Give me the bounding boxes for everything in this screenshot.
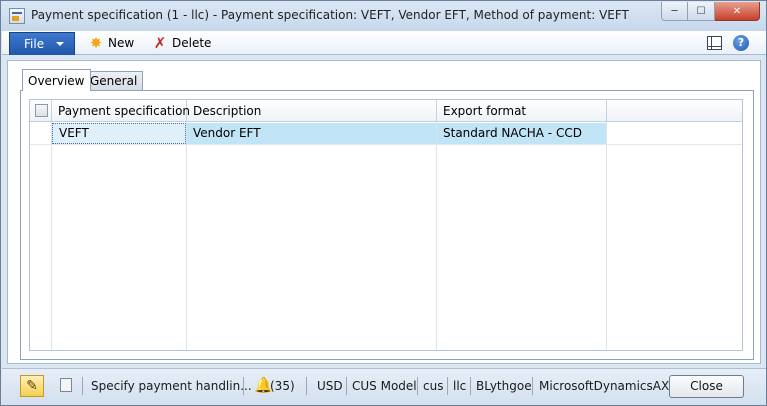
status-separator (306, 377, 307, 395)
edit-mode-button[interactable]: ✎ (20, 375, 44, 397)
new-label: New (108, 36, 135, 50)
status-separator (532, 377, 533, 395)
file-label: File (24, 37, 45, 51)
select-all-cell (30, 100, 52, 122)
table-row[interactable]: VEFT Vendor EFT Standard NACHA - CCD (30, 123, 742, 145)
action-pane: File ✸ New ✗ Delete ? (2, 31, 766, 55)
status-currency[interactable]: USD (317, 379, 343, 393)
status-separator (82, 377, 83, 395)
header-payment-specification[interactable]: Payment specification (52, 100, 190, 122)
close-window-button[interactable]: ✕ (715, 2, 760, 21)
x-delete-icon: ✗ (153, 34, 167, 52)
status-separator (346, 377, 347, 395)
maximize-button[interactable]: ☐ (688, 2, 715, 21)
notification-count[interactable]: (35) (270, 379, 295, 393)
status-user[interactable]: BLythgoe (476, 379, 532, 393)
caption-buttons: ─ ☐ ✕ (661, 2, 760, 22)
select-all-checkbox[interactable] (35, 104, 48, 117)
status-layer[interactable]: cus (423, 379, 443, 393)
file-menu-button[interactable]: File (9, 32, 75, 55)
cell-export-format[interactable]: Standard NACHA - CCD (437, 123, 606, 144)
status-separator (447, 377, 448, 395)
cell-description[interactable]: Vendor EFT (187, 123, 436, 144)
status-partition[interactable]: MicrosoftDynamicsAX (539, 379, 669, 393)
status-company[interactable]: llc (453, 379, 466, 393)
status-bar: ✎ Specify payment handlin... 🔔 (35) USD … (2, 368, 766, 405)
payment-specification-window: Payment specification (1 - llc) - Paymen… (0, 0, 767, 406)
overview-tab-panel: Payment specification Description Export… (20, 90, 754, 360)
grid-header: Payment specification Description Export… (30, 100, 742, 122)
title-bar: Payment specification (1 - llc) - Paymen… (1, 1, 766, 31)
cell-payment-specification[interactable]: VEFT (52, 123, 186, 144)
sun-star-icon: ✸ (89, 34, 103, 52)
form-icon (9, 8, 25, 24)
status-separator (243, 377, 244, 395)
window-title: Payment specification (1 - llc) - Paymen… (31, 8, 629, 22)
delete-label: Delete (172, 36, 212, 50)
grid-divider (51, 122, 52, 350)
help-icon[interactable]: ? (733, 35, 749, 51)
grid-divider (436, 122, 437, 350)
grid-divider (186, 122, 187, 350)
tab-overview[interactable]: Overview (22, 69, 91, 91)
grid-divider (606, 122, 607, 350)
tab-general[interactable]: General (84, 71, 144, 90)
minimize-button[interactable]: ─ (661, 2, 688, 21)
header-description[interactable]: Description (187, 100, 437, 122)
status-help-text: Specify payment handlin... (91, 379, 252, 393)
close-button[interactable]: Close (669, 375, 744, 398)
form-content: Overview General Payment specification D… (7, 60, 761, 364)
payment-spec-grid: Payment specification Description Export… (29, 99, 743, 351)
delete-button[interactable]: ✗ Delete (152, 34, 212, 52)
status-separator (470, 377, 471, 395)
layout-toggle-icon[interactable] (707, 36, 722, 50)
new-button[interactable]: ✸ New (88, 35, 134, 51)
attachment-icon[interactable] (60, 378, 72, 392)
tab-general-label: General (90, 74, 138, 88)
status-model[interactable]: CUS Model (352, 379, 417, 393)
tab-overview-label: Overview (28, 73, 85, 88)
chevron-down-icon (56, 42, 65, 46)
status-separator (417, 377, 418, 395)
header-export-format[interactable]: Export format (437, 100, 607, 122)
row-selector[interactable] (30, 123, 51, 144)
